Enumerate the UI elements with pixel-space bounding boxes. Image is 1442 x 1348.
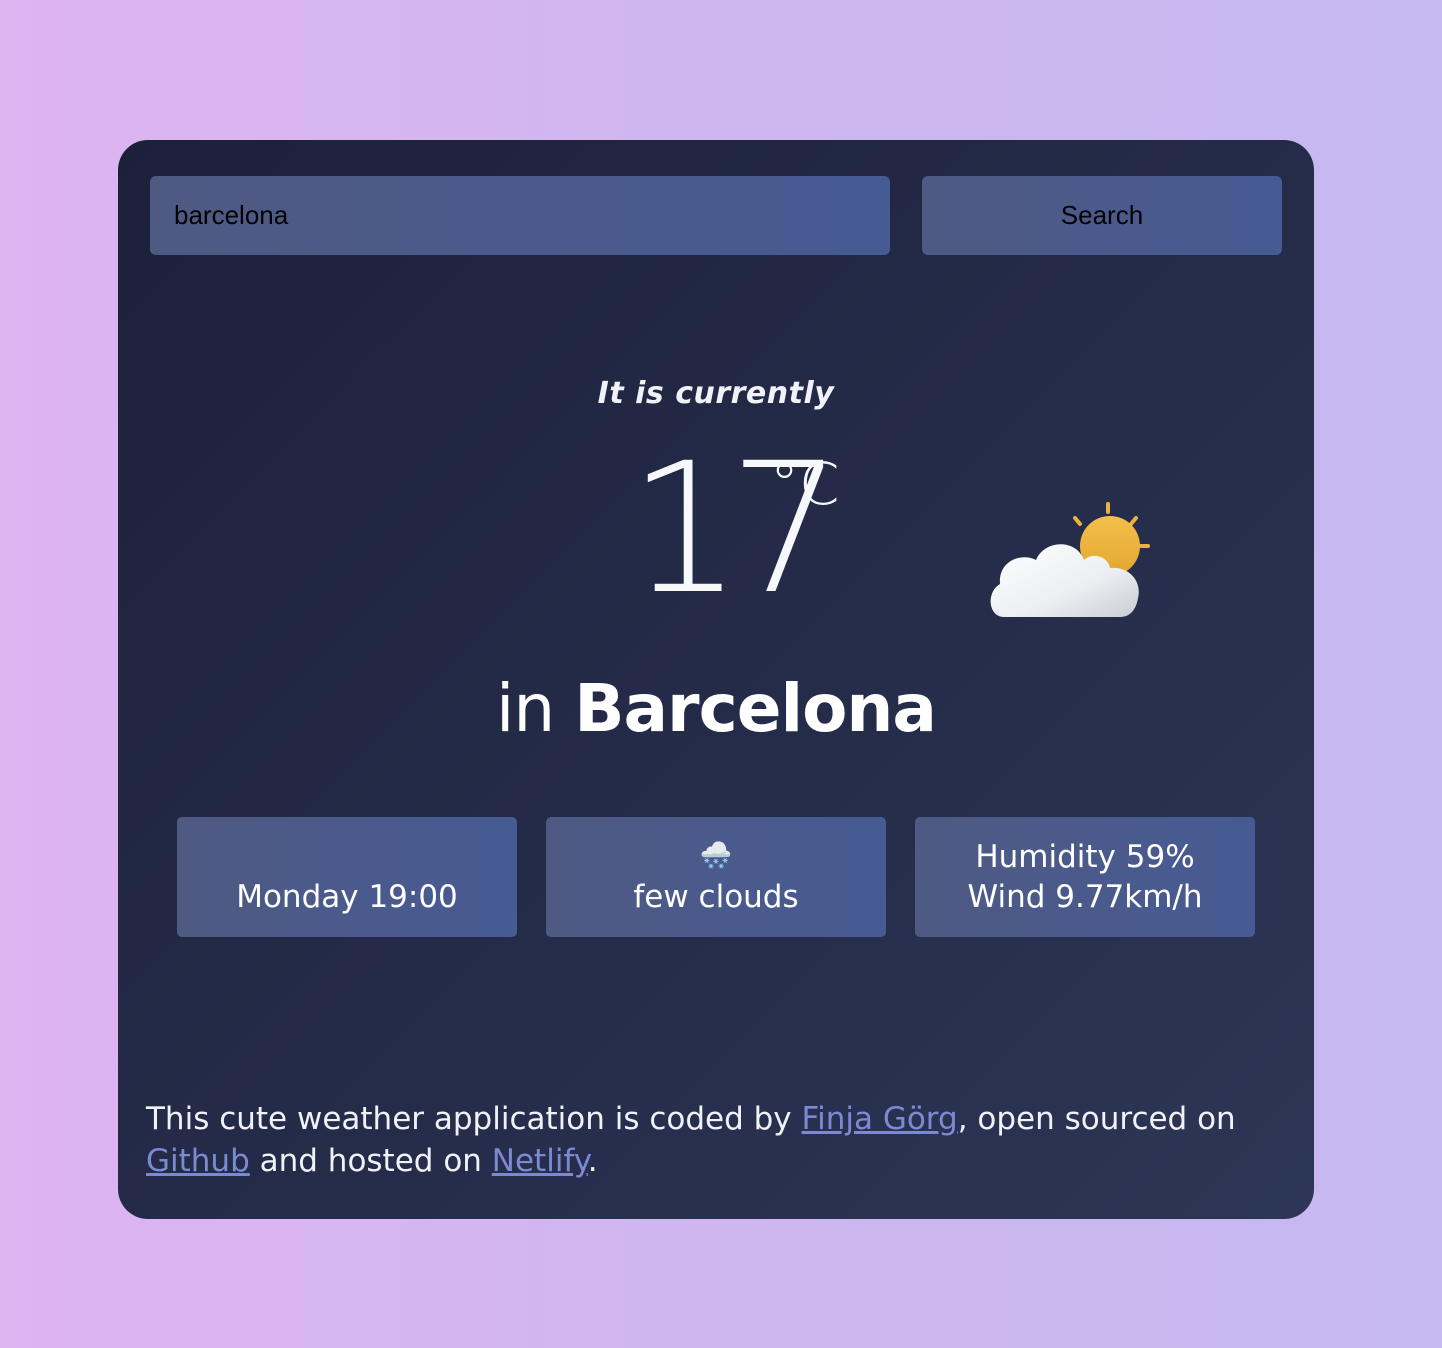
snow-cloud-icon: 🌨️ [699, 841, 733, 871]
footer-text-part: , open sourced on [957, 1101, 1236, 1137]
temperature-unit: °C [770, 450, 840, 518]
weather-card: Search It is currently 17 °C in Barcelon… [118, 140, 1314, 1219]
partly-cloudy-icon [990, 502, 1150, 617]
wind-text: Wind 9.77km/h [967, 879, 1203, 915]
city-prefix: in [496, 670, 555, 747]
search-input[interactable] [150, 176, 890, 255]
footer-text-part: This cute weather application is coded b… [146, 1101, 802, 1137]
day-time-box: Monday 19:00 [177, 817, 517, 937]
description-box: 🌨️ few clouds [546, 817, 886, 937]
footer-text-part: . [587, 1143, 598, 1179]
search-button[interactable]: Search [922, 176, 1282, 255]
github-link[interactable]: Github [146, 1143, 250, 1179]
city-heading: in Barcelona [118, 670, 1314, 747]
city-name: Barcelona [574, 670, 937, 747]
intro-text: It is currently [597, 376, 835, 411]
stats-box: Humidity 59% Wind 9.77km/h [915, 817, 1255, 937]
day-time-text: Monday 19:00 [236, 879, 458, 915]
description-text: few clouds [633, 879, 799, 915]
author-link[interactable]: Finja Görg [802, 1101, 958, 1137]
footer-text-part: and hosted on [249, 1143, 492, 1179]
netlify-link[interactable]: Netlify [492, 1143, 588, 1179]
footer-text: This cute weather application is coded b… [146, 1098, 1286, 1182]
humidity-text: Humidity 59% [975, 839, 1195, 875]
